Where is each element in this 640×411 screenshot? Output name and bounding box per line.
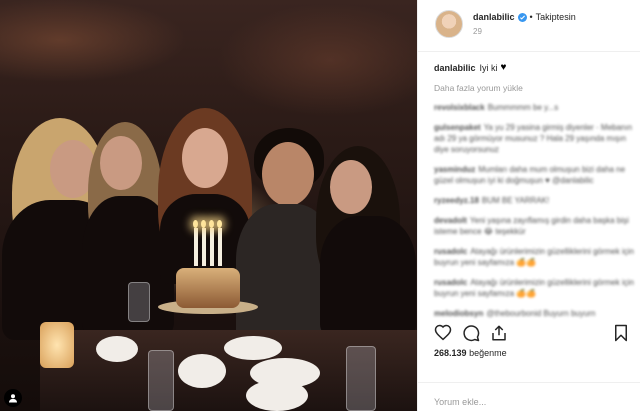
candle xyxy=(202,228,206,266)
comment-text: @thebourbonid Buyurn buyurn xyxy=(486,309,596,318)
person-shape xyxy=(330,160,372,214)
comment-username[interactable]: devadolt xyxy=(434,216,467,225)
comment: melodiobsyn @thebourbonid Buyurn buyurn xyxy=(434,308,640,319)
comment: revolsixblack Bummmmm be y...s xyxy=(434,102,640,113)
comment: yasminduz Mumları daha mum olmuşun bizi d… xyxy=(434,164,640,186)
comment-username[interactable]: gulsenpaket xyxy=(434,123,481,132)
birthday-cake xyxy=(176,268,240,308)
likes-number: 268.139 xyxy=(434,348,467,358)
verified-badge-icon xyxy=(517,12,527,22)
caption-text: Iyi ki xyxy=(479,62,498,73)
comment-username[interactable]: yasminduz xyxy=(434,165,475,174)
following-button[interactable]: Takiptesin xyxy=(536,12,576,22)
candle-flame xyxy=(201,220,206,228)
candle xyxy=(218,228,222,266)
comments-list: danlabilic Iyi ki ♥ Daha fazla yorum yük… xyxy=(418,52,640,320)
load-more-comments-link[interactable]: Daha fazla yorum yükle xyxy=(434,83,640,93)
likes-count[interactable]: 268.139 beğenme xyxy=(434,348,507,358)
candle-flame xyxy=(217,220,222,228)
post-caption: danlabilic Iyi ki ♥ xyxy=(434,62,640,73)
post-header: danlabilic • Takiptesin 29 xyxy=(418,0,640,52)
comment-text: BUM BE YARRAK! xyxy=(481,196,550,205)
comment: rusadolc Atayağı ürünlerimizin güzellikle… xyxy=(434,277,640,299)
post-photo[interactable] xyxy=(0,0,417,411)
candle-flame xyxy=(193,220,198,228)
candle-flame xyxy=(209,220,214,228)
comment-username[interactable]: rusadolc xyxy=(434,278,467,287)
comment-username[interactable]: melodiobsyn xyxy=(434,309,483,318)
avatar[interactable] xyxy=(435,10,463,38)
black-heart-icon: ♥ xyxy=(500,62,507,73)
comment-username[interactable]: revolsixblack xyxy=(434,103,485,112)
comment-text: Bummmmm be y...s xyxy=(487,103,559,112)
person-shape xyxy=(262,142,314,206)
comment-input[interactable] xyxy=(434,397,624,407)
table-lamp xyxy=(40,322,74,368)
share-icon[interactable] xyxy=(490,324,508,342)
glass xyxy=(128,282,150,322)
bowl xyxy=(246,380,308,411)
comment: devadolt Yeni yaşına zayıflamış girdin da… xyxy=(434,215,640,237)
candle xyxy=(210,228,214,266)
heart-icon[interactable] xyxy=(434,324,452,342)
likes-word: beğenme xyxy=(469,348,507,358)
separator: • xyxy=(529,12,533,22)
comment: gulsenpaket Ya yu 29 yasina girmiş diyenl… xyxy=(434,122,640,155)
bookmark-icon[interactable] xyxy=(612,324,630,342)
bowl xyxy=(224,336,282,360)
glass xyxy=(148,350,174,411)
person-shape xyxy=(320,216,416,336)
glass xyxy=(346,346,376,411)
comment: ryzeedyz.18 BUM BE YARRAK! xyxy=(434,195,640,206)
comment: rusadolc Atayağı ürünlerimizin güzellikle… xyxy=(434,246,640,268)
person-shape xyxy=(100,136,142,190)
person-shape xyxy=(182,128,228,188)
candle xyxy=(194,228,198,266)
username-link[interactable]: danlabilic xyxy=(473,12,515,22)
header-texts: danlabilic • Takiptesin 29 xyxy=(473,10,576,36)
add-comment-box xyxy=(418,382,640,411)
header-subline: 29 xyxy=(473,27,482,36)
comment-icon[interactable] xyxy=(462,324,480,342)
bowl xyxy=(96,336,138,362)
post-side-panel: danlabilic • Takiptesin 29 danlabilic Iy… xyxy=(417,0,640,411)
comment-username[interactable]: ryzeedyz.18 xyxy=(434,196,479,205)
user-tag-icon[interactable] xyxy=(4,389,22,407)
comment-username[interactable]: rusadolc xyxy=(434,247,467,256)
caption-username[interactable]: danlabilic xyxy=(434,63,476,73)
bowl xyxy=(178,354,226,388)
post-actions xyxy=(434,324,630,342)
